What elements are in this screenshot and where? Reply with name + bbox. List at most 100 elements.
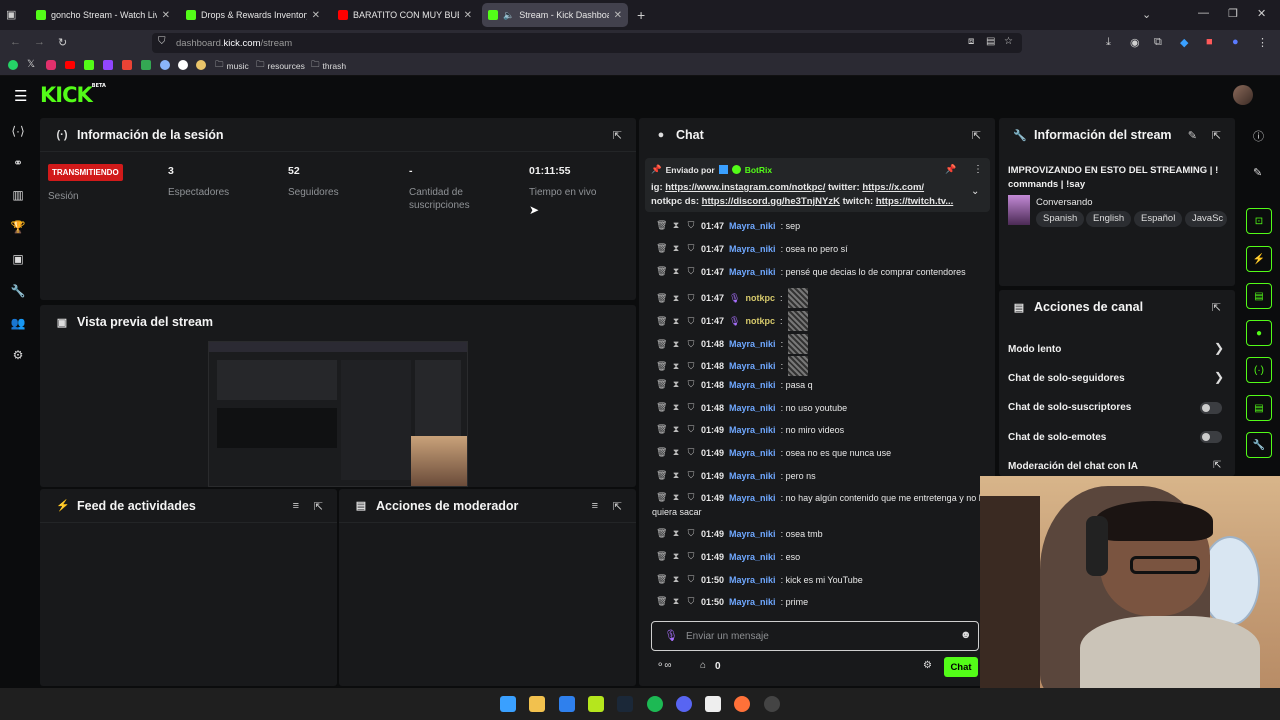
- settings-gear-icon[interactable]: ⚙: [923, 660, 932, 671]
- popout-icon[interactable]: ⇱: [972, 129, 981, 142]
- infinite-points-icon[interactable]: ⚬∞: [656, 660, 672, 671]
- message-username[interactable]: Mayra_niki: [729, 267, 776, 277]
- menu-icon[interactable]: ⋮: [1257, 36, 1268, 49]
- pinned-link-discord[interactable]: https://discord.gg/he3TnjNYzK: [702, 196, 840, 207]
- timeout-icon[interactable]: ⧗: [671, 424, 681, 435]
- timeout-icon[interactable]: ⧗: [671, 266, 681, 277]
- filter-icon[interactable]: ≡: [293, 500, 299, 512]
- message-username[interactable]: notkpc: [745, 316, 775, 326]
- extension-icon[interactable]: ◆: [1180, 36, 1188, 49]
- filter-icon[interactable]: ≡: [592, 500, 598, 512]
- slow-mode-option[interactable]: Modo lento: [1008, 344, 1061, 355]
- stream-icon[interactable]: ⟨·⟩: [10, 123, 26, 139]
- twitch-icon[interactable]: [103, 60, 113, 70]
- new-tab-icon[interactable]: +: [637, 7, 645, 23]
- timeout-icon[interactable]: ⧗: [671, 447, 681, 458]
- ban-icon[interactable]: ⛉: [686, 447, 696, 458]
- delete-icon[interactable]: 🗑: [656, 293, 667, 304]
- users-icon[interactable]: 👥: [10, 315, 26, 331]
- message-username[interactable]: Mayra_niki: [729, 471, 776, 481]
- drive-icon[interactable]: [141, 60, 151, 70]
- ban-icon[interactable]: ⛉: [686, 293, 696, 304]
- timeout-icon[interactable]: ⧗: [671, 293, 681, 304]
- ban-icon[interactable]: ⛉: [686, 551, 696, 562]
- close-tab-icon[interactable]: ✕: [614, 10, 622, 21]
- maximize-icon[interactable]: ❐: [1228, 7, 1238, 20]
- delete-icon[interactable]: 🗑: [656, 447, 667, 458]
- download-icon[interactable]: ⤓: [1106, 36, 1111, 49]
- bookmark-folder-resources[interactable]: 🗀 resources: [256, 59, 305, 73]
- timeout-icon[interactable]: ⧗: [671, 492, 681, 503]
- ban-icon[interactable]: ⛉: [686, 492, 696, 503]
- browser-tab-active[interactable]: 🔈 Stream - Kick Dashboard ✕: [482, 3, 628, 27]
- close-tab-icon[interactable]: ✕: [312, 10, 320, 21]
- stream-preview-video[interactable]: [208, 341, 468, 487]
- ban-icon[interactable]: ⛉: [686, 424, 696, 435]
- message-username[interactable]: Mayra_niki: [729, 361, 776, 371]
- ban-icon[interactable]: ⛉: [686, 243, 696, 254]
- kick-icon[interactable]: [84, 60, 94, 70]
- chevron-right-icon[interactable]: ❯: [1214, 370, 1224, 384]
- youtube-icon[interactable]: [65, 61, 75, 69]
- broadcast-icon[interactable]: (·): [1246, 357, 1272, 383]
- gmail-icon[interactable]: [122, 60, 132, 70]
- info-icon[interactable]: ⓘ: [1253, 128, 1264, 144]
- reload-icon[interactable]: ↻: [58, 36, 67, 49]
- timeout-icon[interactable]: ⧗: [671, 339, 681, 350]
- popout-icon[interactable]: ⇱: [1212, 129, 1221, 142]
- delete-icon[interactable]: 🗑: [656, 528, 667, 539]
- pinned-link-x[interactable]: https://x.com/: [862, 182, 924, 193]
- message-username[interactable]: Mayra_niki: [729, 552, 776, 562]
- ban-icon[interactable]: ⛉: [686, 316, 696, 327]
- app-icon[interactable]: [705, 696, 721, 712]
- extensions-icon[interactable]: ⧉: [1154, 36, 1162, 49]
- timeout-icon[interactable]: ⧗: [671, 528, 681, 539]
- lightning-icon[interactable]: ⚡: [1246, 246, 1272, 272]
- analytics-icon[interactable]: ▥: [10, 187, 26, 203]
- popout-icon[interactable]: ⇱: [613, 129, 622, 142]
- whatsapp-icon[interactable]: [8, 60, 18, 70]
- stack-icon[interactable]: ▤: [1246, 395, 1272, 421]
- timeout-icon[interactable]: ⧗: [671, 316, 681, 327]
- ban-icon[interactable]: ⛉: [686, 596, 696, 607]
- message-username[interactable]: Mayra_niki: [729, 575, 776, 585]
- delete-icon[interactable]: 🗑: [656, 379, 667, 390]
- chrome-icon[interactable]: [178, 60, 188, 70]
- ban-icon[interactable]: ⛉: [686, 361, 696, 372]
- delete-icon[interactable]: 🗑: [656, 470, 667, 481]
- delete-icon[interactable]: 🗑: [656, 492, 667, 503]
- file-explorer-icon[interactable]: [529, 696, 545, 712]
- message-username[interactable]: Mayra_niki: [729, 448, 776, 458]
- windows-start-icon[interactable]: [500, 696, 516, 712]
- ban-icon[interactable]: ⛉: [686, 220, 696, 231]
- extension-icon[interactable]: ■: [1206, 36, 1213, 48]
- delete-icon[interactable]: 🗑: [656, 361, 667, 372]
- bookmark-icon[interactable]: [196, 60, 206, 70]
- message-username[interactable]: notkpc: [745, 293, 775, 303]
- message-username[interactable]: Mayra_niki: [729, 597, 776, 607]
- obs-icon[interactable]: [764, 696, 780, 712]
- delete-icon[interactable]: 🗑: [656, 316, 667, 327]
- message-username[interactable]: Mayra_niki: [729, 339, 776, 349]
- trophy-icon[interactable]: 🏆: [10, 219, 26, 235]
- timeout-icon[interactable]: ⧗: [671, 220, 681, 231]
- timeout-icon[interactable]: ⧗: [671, 574, 681, 585]
- reader-view-icon[interactable]: ▤: [986, 36, 995, 47]
- expand-chevron-icon[interactable]: ⌄: [971, 186, 979, 197]
- instagram-icon[interactable]: [46, 60, 56, 70]
- popout-icon[interactable]: ⇱: [314, 500, 323, 513]
- message-username[interactable]: Mayra_niki: [729, 529, 776, 539]
- followers-only-option[interactable]: Chat de solo-seguidores: [1008, 373, 1125, 384]
- close-tab-icon[interactable]: ✕: [464, 10, 472, 21]
- wrench-icon[interactable]: 🔧: [1246, 432, 1272, 458]
- chat-icon[interactable]: ●: [1246, 320, 1272, 346]
- unpin-icon[interactable]: 📌: [945, 164, 956, 175]
- delete-icon[interactable]: 🗑: [656, 243, 667, 254]
- delete-icon[interactable]: 🗑: [656, 220, 667, 231]
- timeout-icon[interactable]: ⧗: [671, 596, 681, 607]
- pinned-author[interactable]: BotRix: [745, 165, 772, 175]
- steam-icon[interactable]: [617, 696, 633, 712]
- stream-category[interactable]: Conversando: [1036, 197, 1093, 208]
- emotes-only-toggle[interactable]: [1200, 431, 1222, 443]
- timeout-icon[interactable]: ⧗: [671, 551, 681, 562]
